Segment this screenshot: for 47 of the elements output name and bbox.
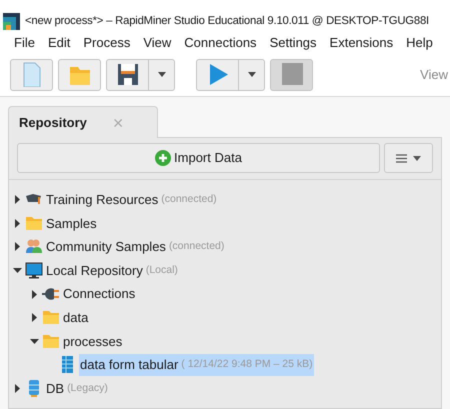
menu-icon <box>396 154 407 162</box>
document-icon <box>20 62 42 87</box>
folder-icon <box>25 214 43 232</box>
menu-item[interactable]: Extensions <box>330 33 394 53</box>
expand-toggle-icon[interactable] <box>13 242 22 252</box>
menu-item[interactable]: Process <box>83 33 130 53</box>
add-icon <box>155 150 172 166</box>
expand-toggle-icon[interactable] <box>30 290 39 299</box>
window-title: <new process*> – RapidMiner Studio Educational 9.10.011 @ DESKTOP-TGUG88I <box>25 14 429 30</box>
expand-toggle-icon[interactable] <box>13 195 22 204</box>
collapse-toggle-icon[interactable] <box>30 336 39 346</box>
people-icon <box>25 238 43 256</box>
folder-icon <box>42 332 60 350</box>
expand-toggle-icon[interactable] <box>13 218 22 228</box>
menu-item[interactable]: Settings <box>270 33 317 53</box>
expand-toggle-icon[interactable] <box>13 384 22 394</box>
caret-icon <box>158 72 166 77</box>
menu-item[interactable]: Edit <box>48 33 70 53</box>
tree-item[interactable]: Connections <box>62 283 136 306</box>
tree-item[interactable]: DB (Legacy) <box>45 378 109 400</box>
tree-item[interactable]: Samples <box>45 212 98 234</box>
save-button[interactable] <box>106 58 149 90</box>
caret-icon <box>248 72 256 77</box>
collapse-toggle-icon[interactable] <box>13 266 22 276</box>
app-logo-icon <box>3 13 20 30</box>
stop-icon <box>280 62 302 87</box>
menu-item[interactable]: File <box>14 33 35 53</box>
menu-item[interactable]: Connections <box>184 33 257 53</box>
plug-icon <box>42 286 60 303</box>
tree-item[interactable]: processes <box>62 330 124 352</box>
tree-item[interactable]: data form tabular ( 12/14/22 9:48 PM – 25 kB) <box>79 354 314 376</box>
folder-icon <box>42 309 60 326</box>
repository-tab[interactable]: Repository × <box>8 106 158 138</box>
tree-item[interactable]: Training Resources (connected) <box>45 188 218 211</box>
views-label: View <box>420 66 448 84</box>
menu-item[interactable]: Help <box>406 33 433 53</box>
monitor-icon <box>25 262 43 280</box>
expand-toggle-icon[interactable] <box>30 313 39 322</box>
menu-item[interactable]: View <box>143 33 172 53</box>
dropdown-button[interactable] <box>149 58 175 90</box>
dropdown-button[interactable] <box>239 58 265 90</box>
caret-icon <box>413 156 421 160</box>
repository-menu-button[interactable] <box>384 143 433 173</box>
tree-item[interactable]: data <box>62 306 90 329</box>
tree-item[interactable]: Community Samples (connected) <box>45 236 226 258</box>
import-data-button[interactable]: Import Data <box>17 143 380 173</box>
tree-item[interactable]: Local Repository (Local) <box>45 260 179 282</box>
